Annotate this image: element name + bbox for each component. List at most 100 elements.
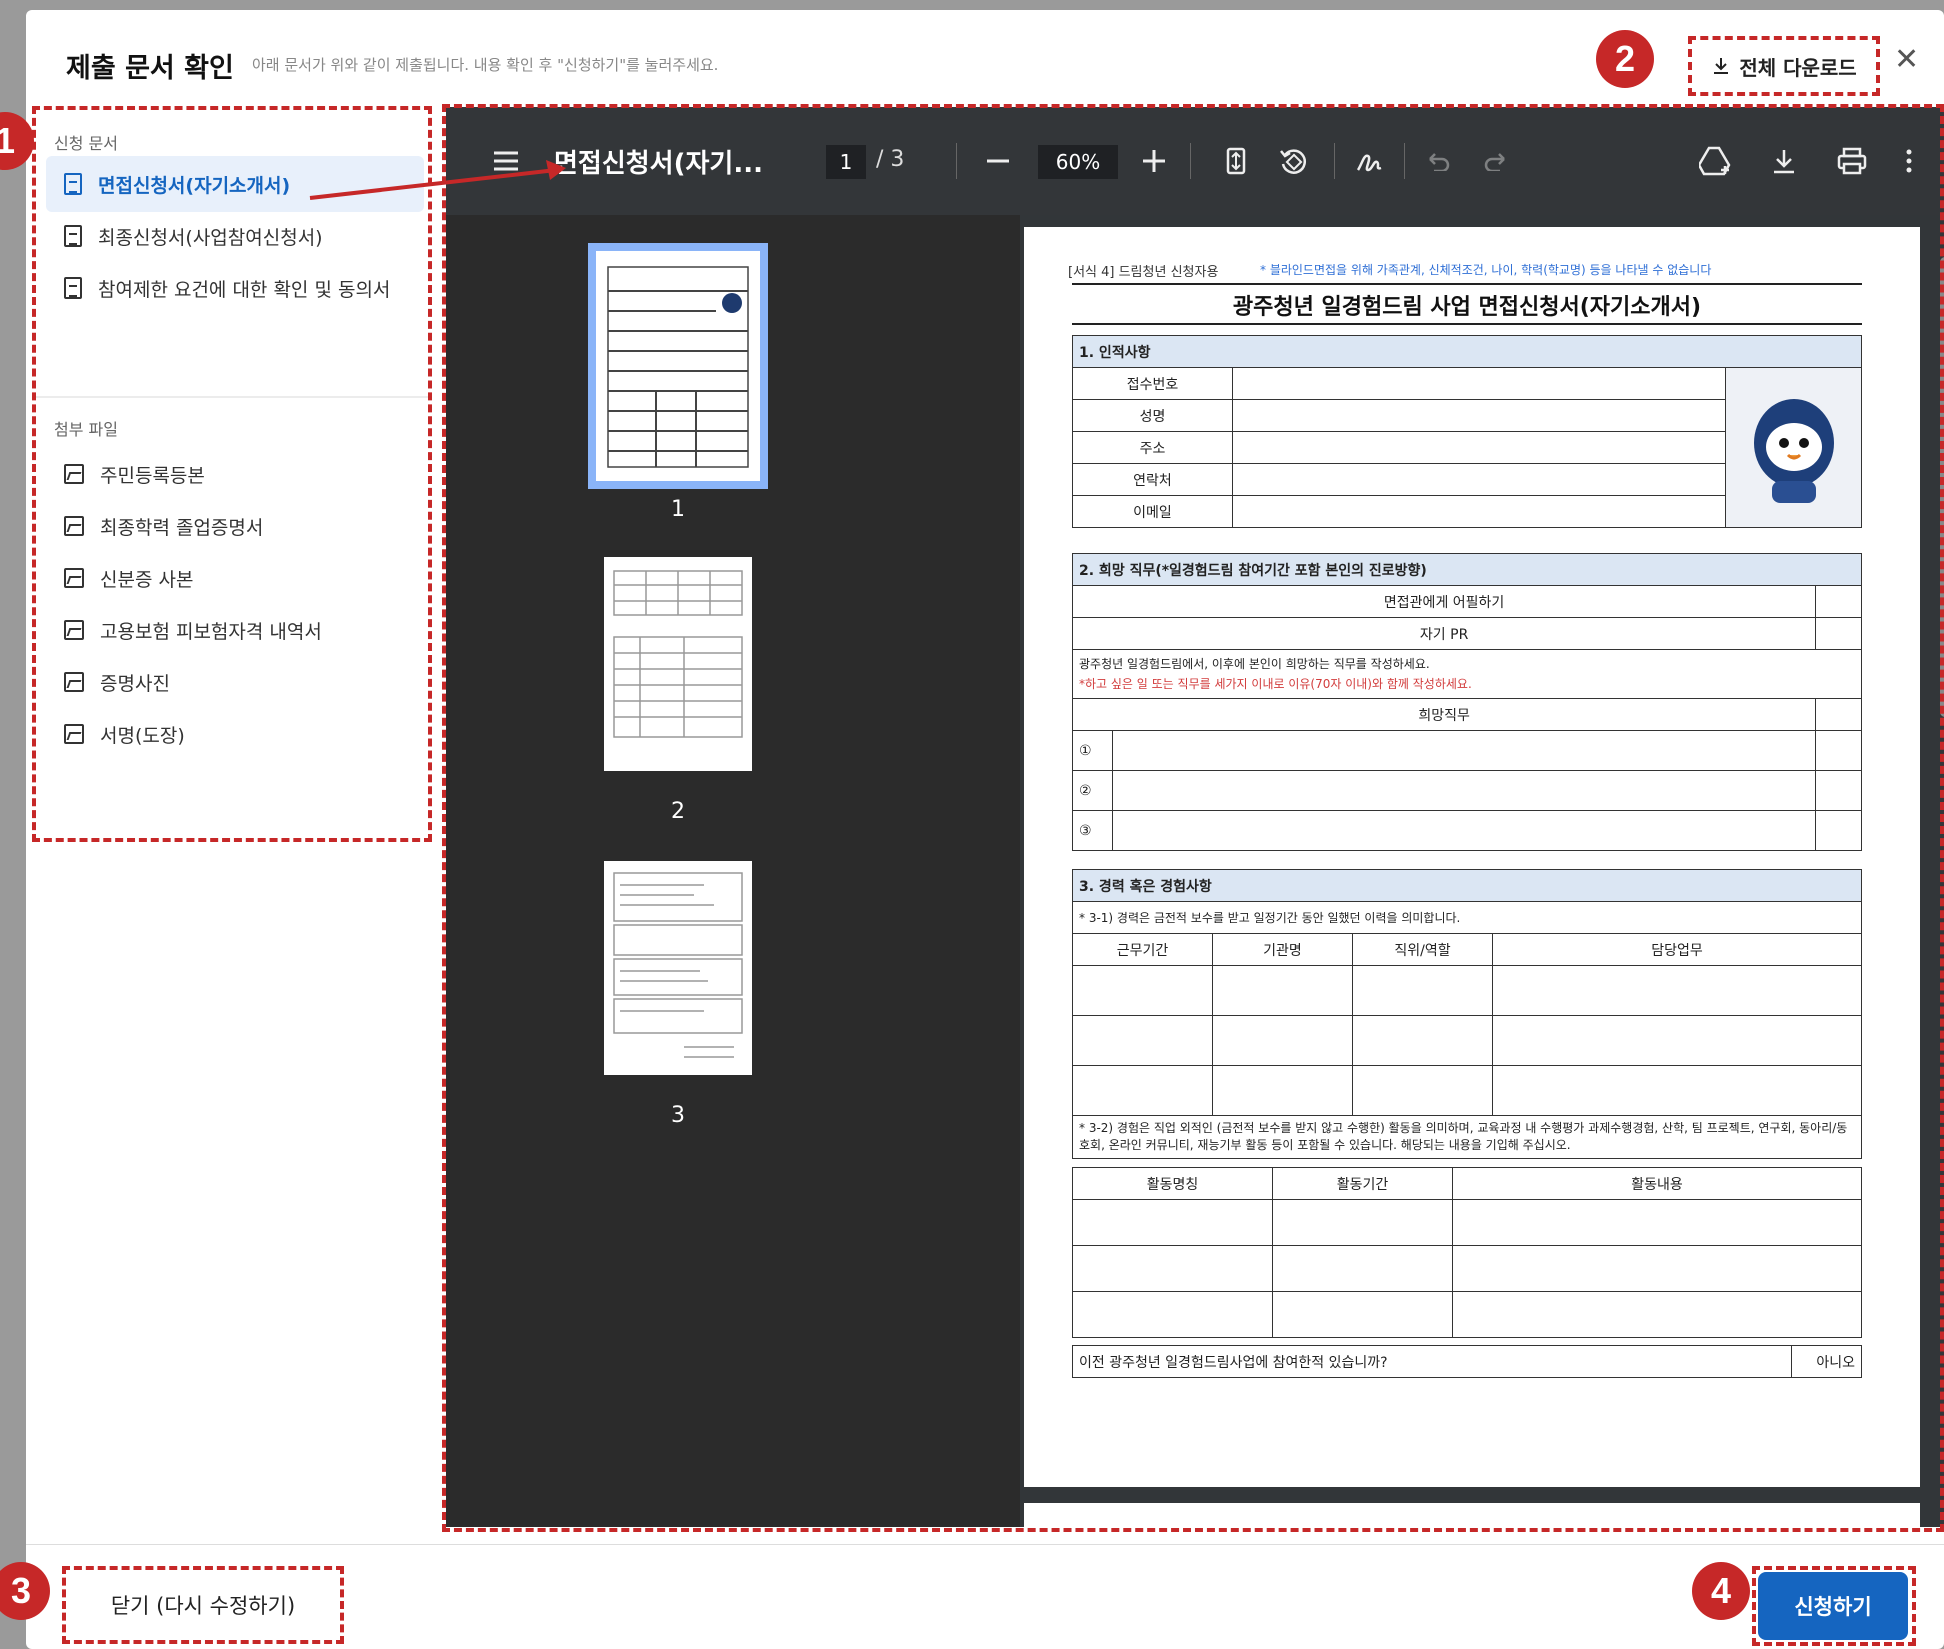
question-text: 이전 광주청년 일경험드림사업에 참여한적 있습니까?	[1072, 1345, 1792, 1378]
zoom-in-icon[interactable]	[1134, 107, 1174, 215]
sidebar-item-label: 면접신청서(자기소개서)	[98, 174, 291, 197]
more-options-icon[interactable]	[1894, 107, 1924, 215]
field-value	[1815, 698, 1862, 731]
row-number: ③	[1072, 810, 1113, 851]
column-header: 담당업무	[1492, 933, 1862, 966]
toolbar-divider	[1404, 143, 1405, 179]
sidebar-item-label: 증명사진	[100, 672, 170, 695]
section-header: 3. 경력 혹은 경험사항	[1072, 869, 1862, 902]
guide-text-red: *하고 싶은 일 또는 직무를 세가지 이내로 이유(70자 이내)와 함께 작…	[1079, 677, 1472, 691]
column-header: 근무기간	[1072, 933, 1213, 966]
close-icon[interactable]: ✕	[1894, 42, 1919, 77]
sidebar-item-insurance-history[interactable]: 고용보험 피보험자격 내역서	[46, 602, 424, 658]
avatar	[1725, 367, 1862, 528]
sidebar-item-label: 주민등록등본	[100, 464, 205, 487]
sidebar-item-label: 고용보험 피보험자격 내역서	[100, 620, 322, 643]
field-value	[1111, 730, 1817, 771]
column-header: 활동명칭	[1072, 1167, 1273, 1200]
page-thumbnail[interactable]	[588, 243, 768, 489]
sidebar-divider	[36, 396, 428, 398]
print-icon[interactable]	[1830, 107, 1874, 215]
modal-description: 아래 문서가 위와 같이 제출됩니다. 내용 확인 후 "신청하기"를 눌러주세…	[252, 56, 719, 74]
zoom-out-icon[interactable]	[978, 107, 1018, 215]
form-rule	[1072, 323, 1862, 325]
viewer-scrollbar[interactable]	[1940, 257, 1944, 717]
footer-divider	[26, 1544, 1944, 1545]
field-value	[1232, 399, 1726, 432]
page-total: / 3	[876, 147, 905, 172]
image-icon	[64, 620, 84, 640]
modal-title: 제출 문서 확인	[66, 53, 234, 84]
toolbar-divider	[1334, 143, 1335, 179]
sidebar-item-id-copy[interactable]: 신분증 사본	[46, 550, 424, 606]
image-icon	[64, 724, 84, 744]
image-icon	[64, 464, 84, 484]
fit-page-icon[interactable]	[1216, 107, 1256, 215]
download-all-button[interactable]: 전체 다운로드	[1688, 36, 1880, 96]
field-value	[1111, 810, 1817, 851]
field-value	[1232, 495, 1726, 528]
field-value	[1232, 431, 1726, 464]
form-rule	[1072, 283, 1862, 285]
sidebar-item-consent-form[interactable]: 참여제한 요건에 대한 확인 및 동의서	[46, 260, 424, 316]
field-value	[1815, 810, 1862, 851]
field-value	[1815, 585, 1862, 618]
download-icon[interactable]	[1764, 107, 1804, 215]
submission-review-modal: 제출 문서 확인 아래 문서가 위와 같이 제출됩니다. 내용 확인 후 "신청…	[26, 10, 1944, 1649]
sidebar-item-graduation-cert[interactable]: 최종학력 졸업증명서	[46, 498, 424, 554]
document-sidebar: 신청 문서 면접신청서(자기소개서) 최종신청서(사업참여신청서) 참여제한 요…	[32, 106, 432, 842]
page-number-input[interactable]: 1	[826, 145, 866, 179]
marker-2: 2	[1596, 30, 1654, 88]
draw-icon[interactable]	[1348, 107, 1392, 215]
row-number: ①	[1072, 730, 1113, 771]
image-icon	[64, 516, 84, 536]
field-label: 연락처	[1072, 463, 1233, 496]
field-value	[1232, 367, 1726, 400]
field-value	[1815, 617, 1862, 650]
close-edit-button[interactable]: 닫기 (다시 수정하기)	[62, 1566, 344, 1644]
sidebar-item-final-form[interactable]: 최종신청서(사업참여신청서)	[46, 208, 424, 264]
toolbar-divider	[956, 143, 957, 179]
pdf-viewer: 면접신청서(자기... 1 / 3 60% 1 2 3 [서식 4] 드림청년 …	[446, 107, 1944, 1533]
sidebar-item-label: 최종신청서(사업참여신청서)	[98, 226, 323, 249]
section-title-docs: 신청 문서	[54, 134, 118, 153]
thumbnail-number: 2	[671, 799, 685, 824]
pdf-page-next	[1024, 1503, 1920, 1533]
column-header: 직위/역할	[1352, 933, 1493, 966]
drive-add-icon[interactable]	[1694, 107, 1738, 215]
field-value	[1111, 770, 1817, 811]
experience-table: 활동명칭 활동기간 활동내용	[1072, 1167, 1862, 1338]
previous-participation-table: 이전 광주청년 일경험드림사업에 참여한적 있습니까? 아니오	[1072, 1345, 1862, 1378]
image-icon	[64, 568, 84, 588]
redo-icon[interactable]	[1476, 107, 1516, 215]
submit-button[interactable]: 신청하기	[1758, 1572, 1908, 1640]
pdf-toolbar: 면접신청서(자기... 1 / 3 60%	[446, 107, 1944, 215]
document-icon	[64, 173, 82, 195]
field-label: 접수번호	[1072, 367, 1233, 400]
sidebar-item-interview-form[interactable]: 면접신청서(자기소개서)	[46, 156, 424, 212]
sidebar-item-label: 서명(도장)	[100, 724, 185, 747]
personal-info-table: 1. 인적사항 접수번호 성명 주소 연락처 이메일	[1072, 335, 1862, 528]
menu-icon[interactable]	[486, 107, 526, 215]
wish-job-table: 2. 희망 직무(*일경험드림 참여기간 포함 본인의 진로방향) 면접관에게 …	[1071, 553, 1862, 851]
row-number: ②	[1072, 770, 1113, 811]
sidebar-item-signature[interactable]: 서명(도장)	[46, 706, 424, 762]
zoom-level[interactable]: 60%	[1038, 145, 1118, 179]
section-title-files: 첨부 파일	[54, 420, 118, 439]
pdf-page: [서식 4] 드림청년 신청자용 * 블라인드면접을 위해 가족관계, 신체적조…	[1024, 227, 1920, 1487]
thumbnail-number: 1	[671, 497, 685, 522]
column-header: 활동기간	[1272, 1167, 1453, 1200]
sidebar-item-resident-register[interactable]: 주민등록등본	[46, 446, 424, 502]
field-value	[1815, 770, 1862, 811]
undo-icon[interactable]	[1418, 107, 1458, 215]
page-thumbnail[interactable]	[604, 861, 752, 1075]
thumbnail-pane: 1 2 3	[446, 215, 1020, 1527]
section-header: 1. 인적사항	[1072, 335, 1862, 368]
page-thumbnail[interactable]	[604, 557, 752, 771]
sidebar-item-id-photo[interactable]: 증명사진	[46, 654, 424, 710]
section-header: 2. 희망 직무(*일경험드림 참여기간 포함 본인의 진로방향)	[1072, 553, 1862, 586]
rotate-icon[interactable]	[1272, 107, 1316, 215]
column-header: 희망직무	[1071, 698, 1817, 731]
toolbar-divider	[1190, 143, 1191, 179]
form-title: 광주청년 일경험드림 사업 면접신청서(자기소개서)	[1232, 295, 1702, 320]
